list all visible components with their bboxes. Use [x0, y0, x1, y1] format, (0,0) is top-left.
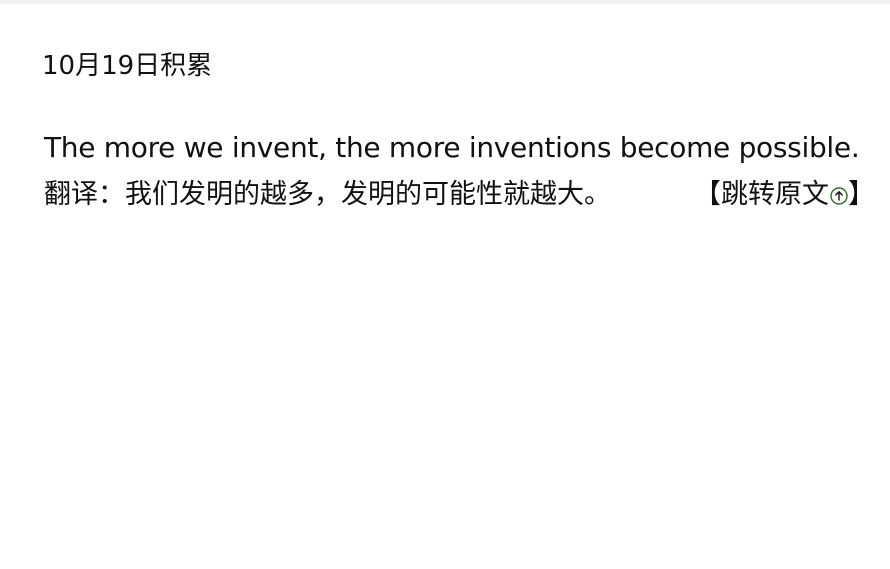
top-border [0, 0, 890, 4]
jump-to-source-label: 跳转原文 [721, 179, 829, 210]
link-bracket-close: 】 [848, 179, 875, 210]
entry-title: 10月19日积累 [42, 51, 213, 81]
translation-text: 翻译：我们发明的越多，发明的可能性就越大。 [44, 179, 611, 210]
jump-to-source-link[interactable]: 跳转原文 [721, 179, 848, 210]
arrow-up-circle-icon [830, 179, 848, 205]
translation-row: 翻译：我们发明的越多，发明的可能性就越大。 【跳转原文】 [44, 177, 875, 213]
link-bracket-open: 【 [694, 179, 721, 210]
english-quote: The more we invent, the more inventions … [44, 131, 860, 164]
source-link-wrapper: 【跳转原文】 [694, 177, 875, 213]
